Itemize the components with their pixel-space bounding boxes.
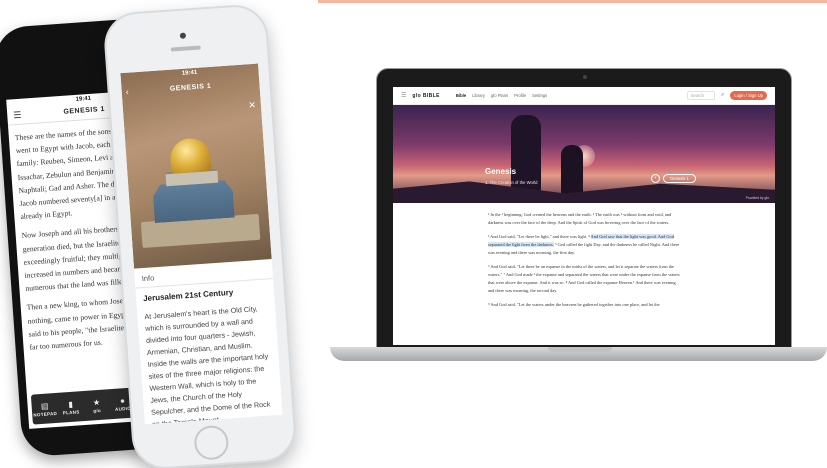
laptop: ☰ glo BIBLE Bible Library glo Plans Prof… — [376, 68, 792, 348]
phone-front-screen: 19:41 ‹ GENESIS 1 ✕ Info Jerusalem 21st … — [120, 63, 283, 425]
menu-icon[interactable]: ☰ — [401, 92, 406, 99]
mic-icon: ● — [119, 395, 126, 406]
star-icon: ★ — [92, 397, 101, 407]
book-title: Genesis — [485, 167, 517, 176]
nav-plans[interactable]: glo Plans — [491, 93, 508, 98]
dome-of-the-rock-photo: 19:41 ‹ GENESIS 1 ✕ — [120, 63, 272, 269]
laptop-screen: ☰ glo BIBLE Bible Library glo Plans Prof… — [393, 87, 775, 345]
laptop-notch — [548, 347, 612, 352]
camera-icon — [179, 32, 187, 39]
nav-bible[interactable]: Bible — [456, 93, 466, 98]
toolbar-glo[interactable]: ★ g/u — [83, 389, 111, 421]
top-nav: ☰ glo BIBLE Bible Library glo Plans Prof… — [393, 87, 775, 105]
toolbar-plans[interactable]: ▮ PLANS — [57, 391, 85, 423]
scripture-text: ¹ In the ¹ beginning, God created the he… — [393, 203, 775, 309]
phone-front: 19:41 ‹ GENESIS 1 ✕ Info Jerusalem 21st … — [102, 2, 298, 468]
webcam-icon — [583, 75, 587, 79]
toolbar-notepad[interactable]: ▤ NOTEPAD — [31, 393, 59, 425]
scripture-paragraph: ⁹ And God said, "Let the waters under th… — [488, 302, 660, 307]
search-input[interactable]: Search — [686, 91, 715, 100]
menu-icon[interactable]: ☰ — [13, 109, 28, 121]
scripture-paragraph: ³ And God said, "Let there be light," an… — [488, 234, 680, 255]
image-credit: Provided by glo — [745, 196, 769, 200]
scripture-paragraph: ¹ In the ¹ beginning, God created the he… — [488, 212, 672, 225]
nav-settings[interactable]: Settings — [532, 93, 547, 98]
previous-chapter-icon[interactable]: ‹ — [651, 174, 660, 183]
article-body: At Jerusalem's heart is the Old City, wh… — [144, 304, 271, 425]
home-button[interactable] — [193, 424, 230, 461]
toolbar-label: g/u — [93, 407, 102, 413]
search-icon[interactable]: ⌕ — [721, 92, 724, 99]
close-icon[interactable]: ✕ — [248, 100, 256, 111]
bottom-toolbar: ▤ NOTEPAD ▮ PLANS ★ g/u ● AUDIO — [30, 387, 137, 425]
chapter-subtitle: 1. The Creation of the World — [485, 180, 538, 185]
login-button[interactable]: Login / Sign Up — [730, 91, 767, 100]
chapter-select[interactable]: Genesis 1 — [663, 174, 696, 183]
status-time: 19:41 — [181, 69, 198, 77]
scripture-paragraph: ⁶ And God said, "Let there be an expanse… — [488, 264, 680, 293]
nav-library[interactable]: Library — [472, 93, 485, 98]
nav-profile[interactable]: Profile — [514, 93, 526, 98]
top-accent-bar — [318, 0, 827, 3]
glo-bible-logo[interactable]: glo BIBLE — [412, 93, 440, 99]
toolbar-label: NOTEPAD — [33, 410, 58, 418]
hero-banner: Genesis 1. The Creation of the World ‹ G… — [393, 105, 775, 203]
chapter-title[interactable]: GENESIS 1 — [121, 79, 259, 96]
toolbar-label: PLANS — [62, 408, 80, 416]
speaker-grill — [170, 45, 201, 52]
plans-icon: ▮ — [68, 399, 74, 409]
notepad-icon: ▤ — [40, 401, 49, 411]
